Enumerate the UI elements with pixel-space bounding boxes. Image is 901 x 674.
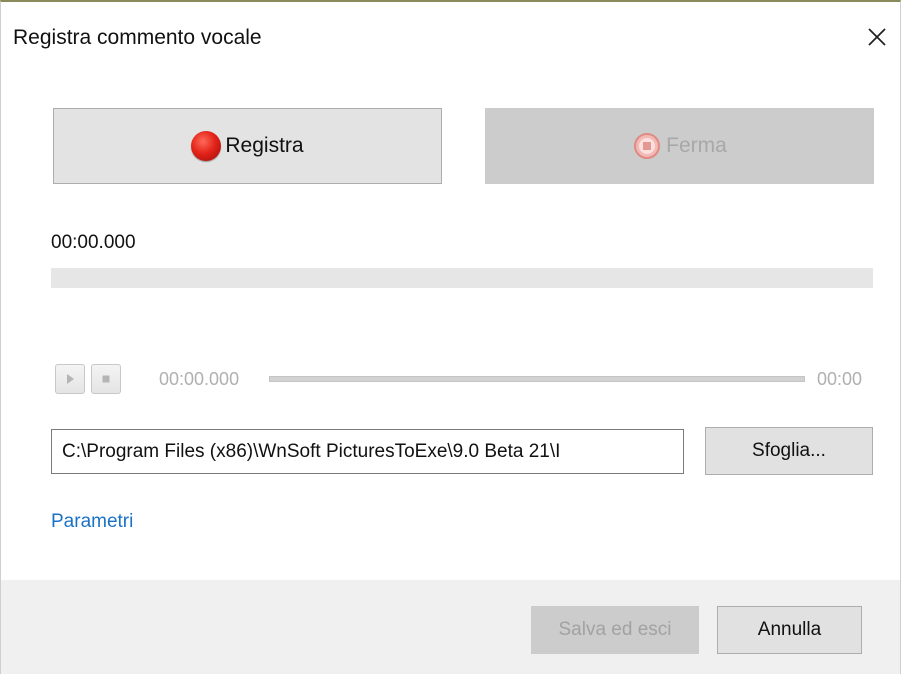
save-and-exit-button[interactable]: Salva ed esci [531,606,699,654]
browse-button[interactable]: Sfoglia... [705,427,873,475]
playback-current-time: 00:00.000 [159,369,240,389]
title-bar: Registra commento vocale [1,2,900,70]
close-icon [868,28,886,46]
record-button-label: Registra [225,134,304,157]
playback-seek-slider[interactable] [269,376,805,382]
close-button[interactable] [862,22,892,52]
stop-record-button-label: Ferma [666,134,727,157]
record-button[interactable]: Registra [53,108,442,184]
file-path-input[interactable] [51,429,684,474]
parameters-link[interactable]: Parametri [51,511,133,533]
recording-level-bar [51,268,873,288]
dialog-title: Registra commento vocale [13,26,262,49]
stop-record-icon [632,131,662,161]
stop-icon [102,375,110,383]
play-button[interactable] [55,364,85,394]
playback-total-time: 00:00 [817,369,863,389]
stop-record-button[interactable]: Ferma [485,108,874,184]
record-icon [191,131,222,161]
cancel-button[interactable]: Annulla [717,606,862,654]
playback-stop-button[interactable] [91,364,121,394]
recording-elapsed-time: 00:00.000 [51,232,136,253]
voice-comment-dialog: Registra commento vocale Registra Ferma … [0,0,901,674]
play-icon [67,374,74,384]
playback-controls: 00:00.000 00:00 [51,364,875,394]
